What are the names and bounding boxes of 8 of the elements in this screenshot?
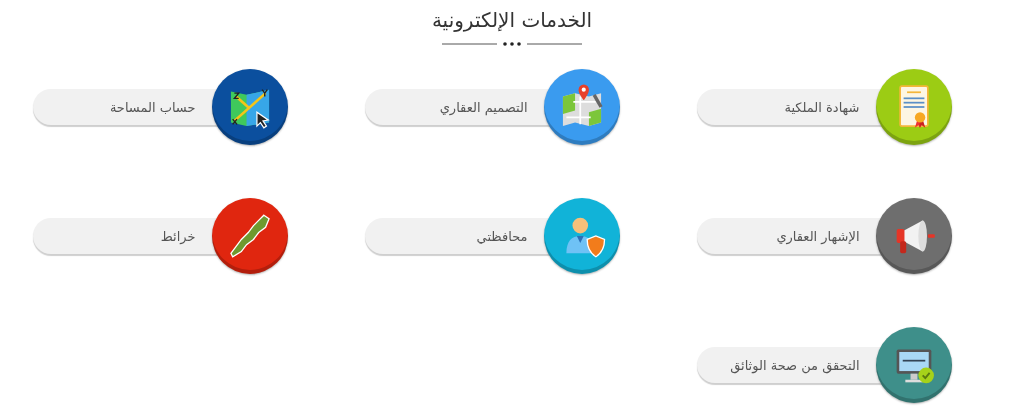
service-link[interactable]: الإشهار العقاري xyxy=(696,198,952,274)
service-link[interactable]: خرائط xyxy=(32,198,288,274)
service-link[interactable]: التحقق من صحة الوثائق xyxy=(696,327,952,403)
section-title: الخدمات الإلكترونية xyxy=(431,7,593,34)
service-link[interactable]: شهادة الملكية xyxy=(696,69,952,145)
service-link[interactable]: حساب المساحة xyxy=(32,69,288,145)
service-link[interactable]: التصميم العقاري xyxy=(364,69,620,145)
service-link[interactable]: محافظتي xyxy=(364,198,620,274)
